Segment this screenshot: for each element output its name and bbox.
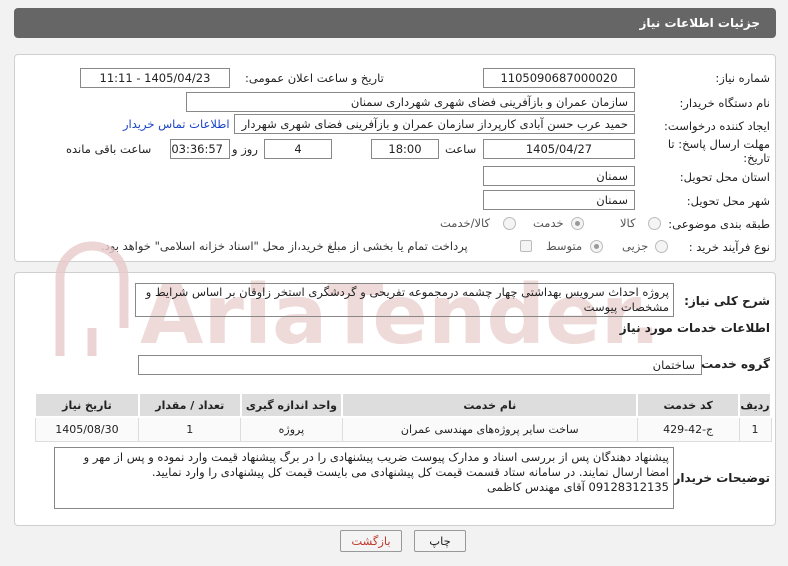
category-service-radio[interactable]: [571, 217, 584, 230]
col-quantity: تعداد / مقدار: [137, 392, 242, 418]
col-unit: واحد اندازه گیری: [239, 392, 344, 418]
service-group-field[interactable]: ساختمان: [138, 355, 702, 375]
cell-service-name: ساخت سایر پروژه‌های مهندسی عمران: [341, 416, 638, 442]
description-label: شرح کلی نیاز:: [684, 294, 770, 308]
services-table-header: ردیف کد خدمت نام خدمت واحد اندازه گیری ت…: [34, 392, 772, 418]
buyer-contact-link[interactable]: اطلاعات تماس خریدار: [123, 117, 230, 131]
category-goods-radio[interactable]: [648, 217, 661, 230]
deadline-date-field[interactable]: 1405/04/27: [483, 139, 635, 159]
back-button[interactable]: بازگشت: [340, 530, 402, 552]
creator-field[interactable]: حمید عرب حسن آبادی کارپرداز سازمان عمران…: [234, 114, 635, 134]
service-group-label: گروه خدمت:: [696, 357, 770, 371]
creator-label: ایجاد کننده درخواست:: [664, 119, 770, 133]
cell-quantity: 1: [138, 416, 242, 442]
need-number-label: شماره نیاز:: [715, 71, 770, 85]
cell-row: 1: [738, 416, 772, 442]
province-field[interactable]: سمنان: [483, 166, 635, 186]
description-text: پروژه احداث سرویس بهداشتی چهار چشمه درمج…: [145, 285, 669, 314]
days-label: روز و: [232, 142, 258, 156]
page-title: جزئیات اطلاعات نیاز: [639, 16, 760, 30]
deadline-label: مهلت ارسال پاسخ: تا: [667, 137, 770, 151]
deadline-time-field[interactable]: 18:00: [371, 139, 439, 159]
city-field[interactable]: سمنان: [483, 190, 635, 210]
table-row: 1 ج-42-429 ساخت سایر پروژه‌های مهندسی عم…: [34, 416, 772, 442]
days-remaining-field[interactable]: 4: [264, 139, 332, 159]
cell-unit: پروژه: [240, 416, 343, 442]
province-label: استان محل تحویل:: [679, 170, 770, 184]
time-remaining-field[interactable]: 03:36:57: [170, 139, 230, 159]
process-medium-radio[interactable]: [590, 240, 603, 253]
treasury-payment-checkbox[interactable]: [520, 240, 532, 252]
print-button[interactable]: چاپ: [414, 530, 466, 552]
buyer-notes-line-3: 09128312135 آقای مهندس کاظمی: [486, 480, 669, 494]
cell-need-date: 1405/08/30: [34, 416, 140, 442]
buyer-notes-line-2: امضا ارسال نمایند. در سامانه ستاد قسمت ق…: [151, 465, 669, 479]
col-service-code: کد خدمت: [636, 392, 741, 418]
col-service-name: نام خدمت: [341, 392, 639, 418]
buyer-notes-box[interactable]: پیشنهاد دهندگان پس از بررسی اسناد و مدار…: [54, 447, 674, 509]
deadline-date-label: تاریخ:: [743, 151, 770, 165]
time-remaining-label: ساعت باقی مانده: [66, 142, 152, 156]
col-row: ردیف: [738, 392, 772, 418]
announce-date-label: تاریخ و ساعت اعلان عمومی:: [245, 71, 384, 85]
category-goods-service-radio[interactable]: [503, 217, 516, 230]
category-goods-label: کالا: [620, 216, 636, 230]
process-type-label: نوع فرآیند خرید :: [688, 240, 770, 254]
process-minor-label: جزیی: [622, 239, 649, 253]
description-box[interactable]: پروژه احداث سرویس بهداشتی چهار چشمه درمج…: [135, 283, 674, 317]
treasury-payment-note: پرداخت تمام یا بخشی از مبلغ خرید،از محل …: [101, 239, 468, 253]
buyer-notes-line-1: پیشنهاد دهندگان پس از بررسی اسناد و مدار…: [83, 450, 669, 464]
announce-date-field[interactable]: 1405/04/23 - 11:11: [80, 68, 230, 88]
category-service-label: خدمت: [533, 216, 564, 230]
category-goods-service-label: کالا/خدمت: [440, 216, 491, 230]
buyer-org-field[interactable]: سازمان عمران و بازآفرینی فضای شهری شهردا…: [186, 92, 635, 112]
col-need-date: تاریخ نیاز: [34, 392, 140, 418]
page-header: جزئیات اطلاعات نیاز: [14, 8, 776, 38]
city-label: شهر محل تحویل:: [686, 194, 770, 208]
buyer-notes-label: توضیحات خریدار:: [668, 471, 770, 485]
services-section-title: اطلاعات خدمات مورد نیاز: [619, 321, 770, 335]
services-table: ردیف کد خدمت نام خدمت واحد اندازه گیری ت…: [34, 392, 772, 442]
buyer-org-label: نام دستگاه خریدار:: [679, 96, 770, 110]
category-label: طبقه بندی موضوعی:: [668, 217, 770, 231]
need-number-field[interactable]: 1105090687000020: [483, 68, 635, 88]
cell-service-code: ج-42-429: [636, 416, 740, 442]
process-minor-radio[interactable]: [655, 240, 668, 253]
deadline-time-label: ساعت: [445, 142, 477, 156]
process-medium-label: متوسط: [546, 239, 583, 253]
